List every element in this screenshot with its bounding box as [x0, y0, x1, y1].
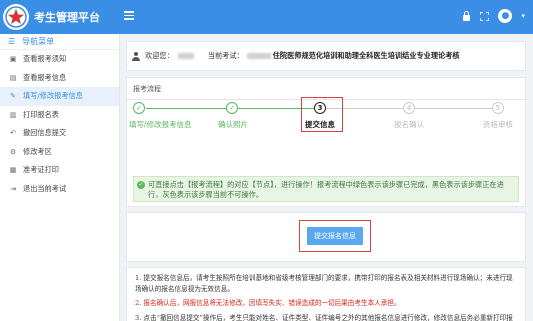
avatar-icon[interactable]: ● — [498, 9, 513, 23]
edit-icon: ✎ — [10, 92, 16, 101]
note-2: 2. 报名确认后，网报信息将无法修改，因填写失实、错误造成的一切后果由考生本人承… — [135, 299, 401, 307]
sidebar-item-label: 撤回信息提交 — [23, 128, 67, 138]
tip-text: 可直接点击【报考流程】的对应【节点】，进行操作！报考流程中绿色表示该步骤已完成，… — [148, 180, 504, 199]
sidebar-item-label: 退出当前考试 — [23, 183, 67, 193]
step-track — [146, 108, 232, 109]
gear-icon: ⚙ — [9, 147, 17, 156]
process-title: 报考流程 — [133, 85, 161, 93]
sidebar-item-label: 查看报考信息 — [23, 72, 67, 82]
app-title: 考生管理平台 — [34, 11, 100, 24]
nav-heading-label: 导航菜单 — [22, 37, 55, 46]
exam-name: 住院医师规范化培训和助理全科医生培训结业专业理论考核 — [272, 51, 460, 60]
logo-icon — [3, 4, 29, 30]
step-4-marker[interactable]: 4 — [403, 102, 415, 114]
step-1-marker[interactable]: ✓ — [133, 102, 145, 114]
top-header: 考生管理平台 ● ▾ — [0, 0, 533, 34]
menu-list-icon: ☰ — [8, 37, 16, 46]
sidebar-item-notice[interactable]: ▣ 查看报考须知 — [0, 50, 119, 69]
sidebar-item-info[interactable]: ▤ 查看报考信息 — [0, 69, 119, 88]
sidebar-item-edit[interactable]: ✎ 填写/修改报考信息 — [0, 87, 119, 106]
notice-icon: ▣ — [9, 55, 17, 64]
submit-panel: 提交报名信息 — [126, 212, 526, 262]
exit-icon: ⇥ — [10, 184, 16, 193]
submit-registration-button[interactable]: 提交报名信息 — [307, 227, 363, 245]
sidebar-item-print[interactable]: ▥ 打印报名表 — [0, 106, 119, 125]
step-4-label[interactable]: 报名确认 — [394, 119, 424, 130]
process-tip: ✓ 可直接点击【报考流程】的对应【节点】，进行操作！报考流程中绿色表示该步骤已完… — [133, 176, 519, 202]
brand: 考生管理平台 — [0, 0, 120, 34]
step-2-marker[interactable]: ✓ — [226, 102, 238, 114]
step-track — [415, 108, 498, 109]
step-2-label[interactable]: 确认照片 — [218, 119, 248, 130]
sidebar-item-exit[interactable]: ⇥ 退出当前考试 — [0, 180, 119, 199]
sidebar-item-label: 准考证打印 — [23, 165, 59, 175]
print-icon: ▥ — [9, 110, 17, 119]
nav-heading: ☰ 导航菜单 — [0, 34, 119, 50]
notes-panel: 1. 提交报名信息后，请考生按照所在培训基地和省级考核管理部门的要求，携带打印的… — [126, 267, 526, 321]
sidebar: ☰ 导航菜单 ▣ 查看报考须知 ▤ 查看报考信息 ✎ 填写/修改报考信息 ▥ 打… — [0, 34, 120, 321]
sidebar-item-undo[interactable]: ↶ 撤回信息提交 — [0, 124, 119, 143]
redacted-username — [177, 53, 194, 59]
lock-icon[interactable] — [462, 11, 471, 21]
user-icon — [132, 51, 140, 61]
current-step-highlight — [301, 97, 343, 132]
greeting-label: 欢迎您： — [145, 51, 174, 60]
note-1: 1. 提交报名信息后，请考生按照所在培训基地和省级考核管理部门的要求，携带打印的… — [135, 274, 513, 293]
check-icon: ✓ — [137, 181, 145, 189]
step-5-label[interactable]: 资格审核 — [483, 119, 513, 130]
note-3: 3. 点击“撤回信息提交”操作后，考生只能对姓名、证件类型、证件编号之外的其他报… — [135, 313, 513, 321]
sidebar-item-label: 打印报名表 — [23, 109, 59, 119]
undo-icon: ↶ — [10, 129, 16, 138]
hamburger-icon[interactable] — [124, 11, 134, 20]
sidebar-item-label: 查看报考须知 — [23, 54, 67, 64]
process-panel: 报考流程 ✓ ✓ 3 4 5 填写/修改报考信息 确认照片 提交信息 报名确认 … — [126, 77, 526, 207]
sidebar-item-region[interactable]: ⚙ 修改考区 — [0, 143, 119, 162]
welcome-bar: 欢迎您： 当前考试： 住院医师规范化培训和助理全科医生培训结业专业理论考核 — [126, 41, 526, 71]
step-1-label[interactable]: 填写/修改报考信息 — [129, 119, 192, 130]
header-actions: ● ▾ — [462, 9, 525, 23]
fullscreen-icon[interactable] — [480, 11, 490, 21]
main-content: 欢迎您： 当前考试： 住院医师规范化培训和助理全科医生培训结业专业理论考核 报考… — [120, 34, 533, 321]
info-icon: ▤ — [9, 73, 17, 82]
ticket-icon: ▦ — [9, 166, 17, 175]
step-5-marker[interactable]: 5 — [492, 102, 504, 114]
sidebar-item-ticket[interactable]: ▦ 准考证打印 — [0, 161, 119, 180]
exam-label: 当前考试： — [207, 51, 244, 60]
sidebar-item-label: 修改考区 — [23, 146, 52, 156]
sidebar-item-label: 填写/修改报考信息 — [23, 91, 83, 101]
chevron-down-icon[interactable]: ▾ — [521, 12, 525, 20]
redacted-exam-prefix — [246, 53, 271, 59]
